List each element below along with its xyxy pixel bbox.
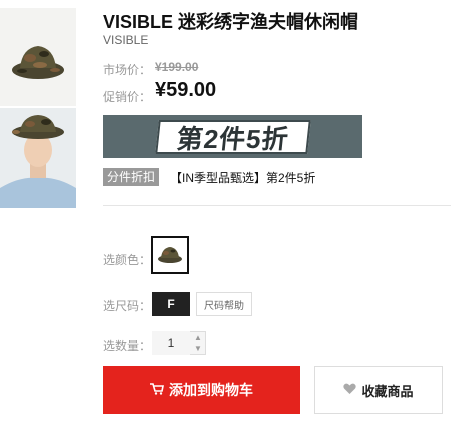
favorite-label: 收藏商品 <box>361 383 414 399</box>
favorite-button[interactable]: 收藏商品 <box>314 366 443 414</box>
size-help-button[interactable]: 尺码帮助 <box>196 292 252 316</box>
cart-icon <box>150 382 164 398</box>
quantity-input[interactable]: 1 <box>152 331 190 355</box>
add-to-cart-button[interactable]: 添加到购物车 <box>103 366 300 414</box>
promo-price-label: 促销价： <box>103 90 152 104</box>
chevron-down-icon[interactable]: ▼ <box>191 343 205 354</box>
divider <box>103 205 451 206</box>
color-label: 选颜色： <box>103 253 152 267</box>
thumbnail-model[interactable] <box>0 108 76 208</box>
thumbnail-hat[interactable] <box>0 8 76 106</box>
promo-banner[interactable]: 第2件5折 <box>103 115 362 158</box>
product-title: VISIBLE 迷彩绣字渔夫帽休闲帽 <box>103 12 359 32</box>
product-brand: VISIBLE <box>103 33 149 47</box>
hat-swatch-image <box>158 247 182 263</box>
size-label: 选尺码： <box>103 299 152 313</box>
promo-banner-text: 第2件5折 <box>174 123 290 153</box>
heart-icon <box>343 383 357 398</box>
size-option-f[interactable]: F <box>152 292 190 316</box>
discount-tag: 分件折扣 <box>103 168 160 186</box>
quantity-label: 选数量： <box>103 339 152 353</box>
hat-image <box>12 46 64 79</box>
promo-banner-frame: 第2件5折 <box>154 119 311 154</box>
discount-description[interactable]: 【IN季型品甄选】第2件5折 <box>170 169 315 186</box>
add-to-cart-label: 添加到购物车 <box>169 382 253 398</box>
market-price-label: 市场价： <box>103 63 152 77</box>
promo-price: ¥59.00 <box>155 79 217 101</box>
chevron-up-icon[interactable]: ▲ <box>191 332 205 343</box>
model-image <box>0 108 76 208</box>
color-swatch-camo[interactable] <box>151 236 189 274</box>
market-price: ¥199.00 <box>155 60 199 74</box>
